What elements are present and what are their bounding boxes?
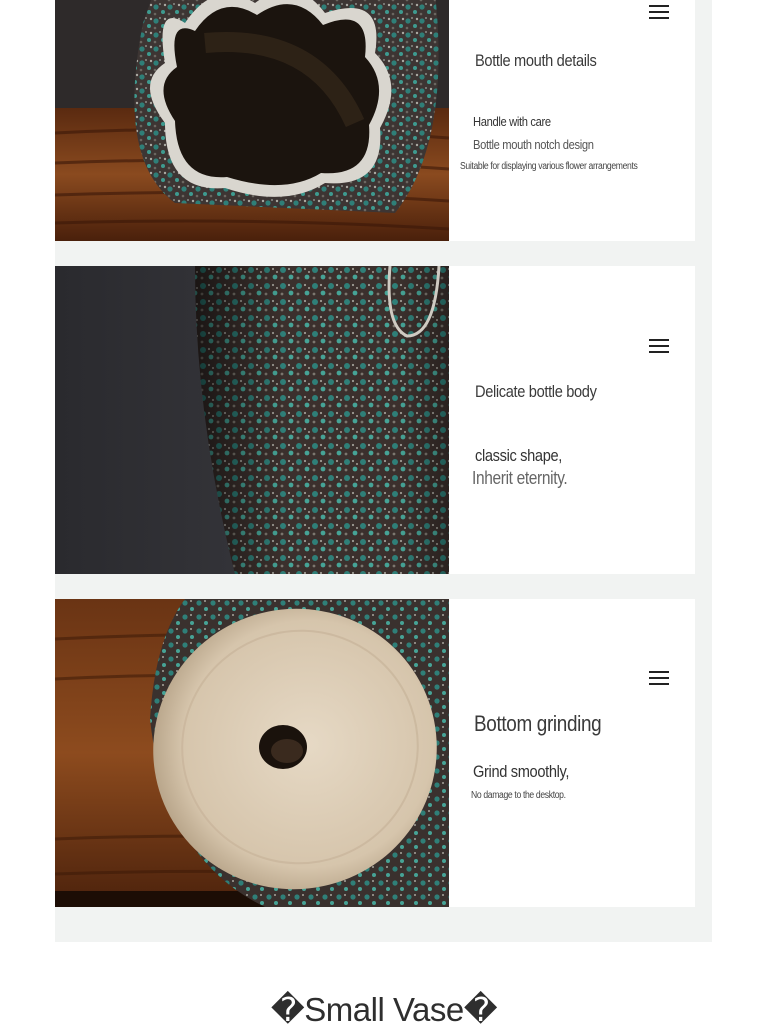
mouth-info: Bottle mouth details Handle with care Bo… bbox=[449, 0, 695, 241]
section-line: classic shape, bbox=[475, 446, 563, 465]
section-heading: �Small Vase� bbox=[270, 991, 498, 1028]
detail-card-mouth: Bottle mouth details Handle with care Bo… bbox=[55, 0, 695, 241]
detail-card-body: Delicate bottle body classic shape, Inhe… bbox=[55, 266, 695, 574]
bottle-mouth-photo bbox=[55, 0, 449, 241]
bottom-info: Bottom grinding Grind smoothly, No damag… bbox=[449, 599, 695, 907]
menu-icon[interactable] bbox=[649, 339, 669, 354]
section-line: No damage to the desktop. bbox=[471, 790, 566, 801]
section-title: Delicate bottle body bbox=[475, 382, 597, 401]
bottle-body-photo bbox=[55, 266, 449, 574]
section-line: Suitable for displaying various flower a… bbox=[460, 161, 638, 172]
menu-icon[interactable] bbox=[649, 671, 669, 686]
body-info: Delicate bottle body classic shape, Inhe… bbox=[449, 266, 695, 574]
section-title: Bottom grinding bbox=[474, 711, 602, 736]
section-line: Bottle mouth notch design bbox=[473, 137, 594, 152]
section-line: Grind smoothly, bbox=[473, 762, 570, 781]
section-line: Handle with care bbox=[473, 114, 551, 129]
section-line: Inherit eternity. bbox=[472, 468, 568, 488]
section-title: Bottle mouth details bbox=[475, 51, 597, 70]
menu-icon[interactable] bbox=[649, 5, 669, 20]
bottle-bottom-photo bbox=[55, 599, 449, 907]
detail-card-bottom: Bottom grinding Grind smoothly, No damag… bbox=[55, 599, 695, 907]
